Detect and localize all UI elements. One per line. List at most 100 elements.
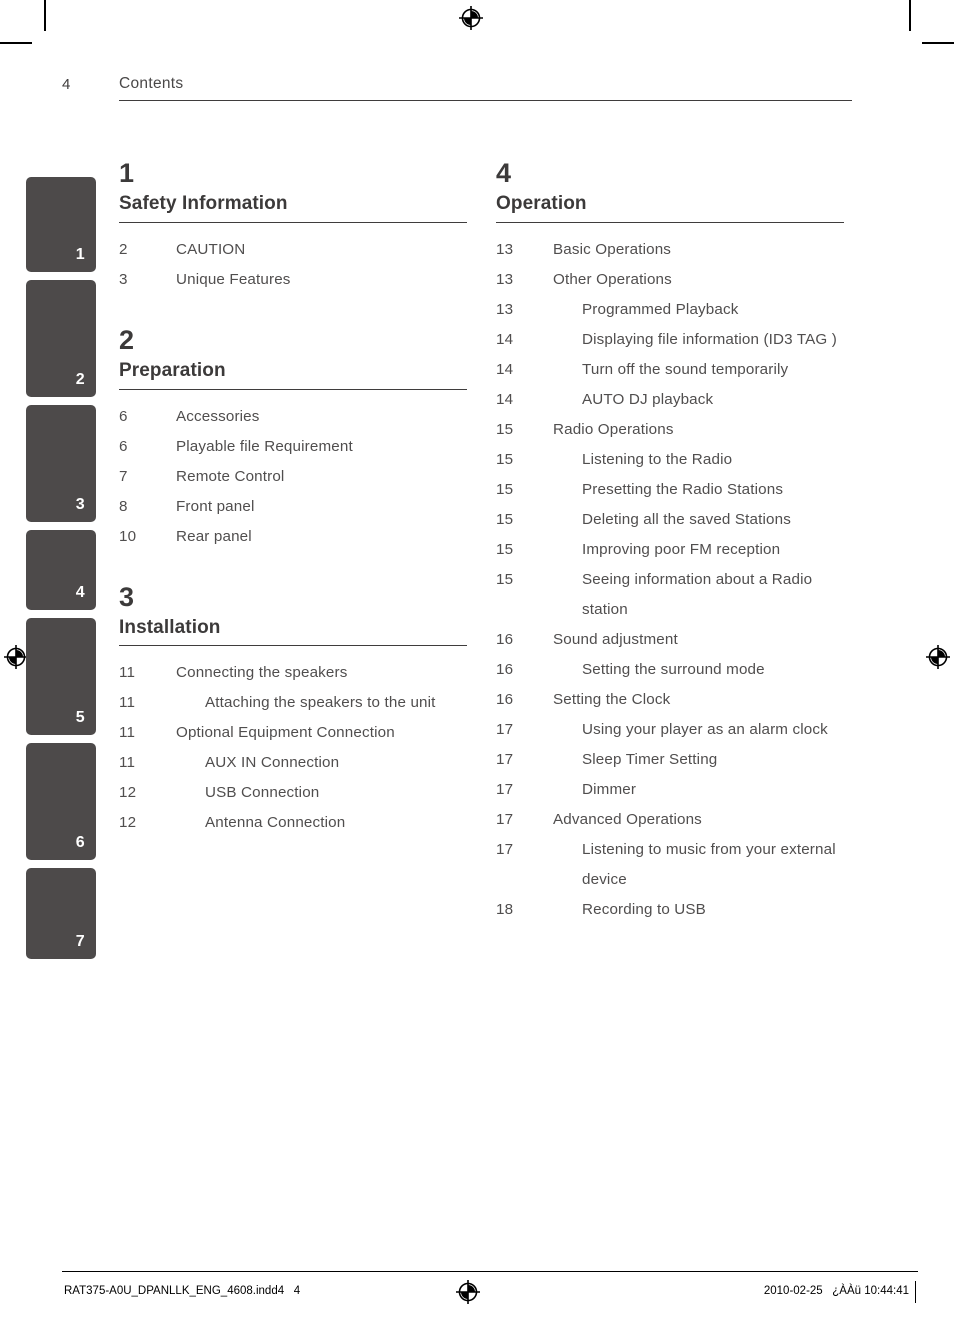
toc-entry[interactable]: 3 Unique Features [119, 265, 467, 295]
toc-entry[interactable]: 16 Setting the surround mode [496, 655, 844, 685]
toc-entry-page: 14 [496, 360, 514, 378]
toc-entry-page: 18 [496, 900, 514, 918]
toc-entry-label: Accessories [176, 407, 260, 425]
toc-entry[interactable]: 7 Remote Control [119, 462, 467, 492]
toc-entry-page: 15 [496, 450, 514, 468]
toc-entry[interactable]: 15 Seeing information about a Radio stati… [496, 565, 844, 625]
toc-entry-label: Listening to the Radio [582, 450, 733, 468]
toc-entry-label: Programmed Playback [582, 300, 739, 318]
toc-entry[interactable]: 11 AUX IN Connection [119, 748, 467, 778]
toc-entry-page: 17 [496, 810, 514, 828]
toc-entry[interactable]: 2 CAUTION [119, 235, 467, 265]
toc-entry-page: 17 [496, 720, 514, 738]
crop-mark-top-right-vertical [909, 0, 911, 31]
toc-entry-page: 11 [119, 754, 136, 772]
footer-timestamp: 2010-02-25 ¿ÀÀü 10:44:41 [763, 1285, 909, 1297]
toc-entry-label: Listening to music from your external de… [582, 840, 836, 888]
toc-entry[interactable]: 15 Presetting the Radio Stations [496, 475, 844, 505]
toc-entry[interactable]: 17 Using your player as an alarm clock [496, 715, 844, 745]
toc-entry-label: Playable file Requirement [176, 437, 353, 455]
toc-entry-label: Recording to USB [582, 900, 706, 918]
toc-entry-label: Using your player as an alarm clock [582, 720, 828, 738]
toc-entry-page: 11 [119, 724, 136, 742]
toc-entry-label: Other Operations [553, 270, 672, 288]
toc-entry[interactable]: 17 Dimmer [496, 775, 844, 805]
toc-entry-label: Remote Control [176, 467, 285, 485]
toc-entry[interactable]: 13 Basic Operations [496, 235, 844, 265]
toc-entry[interactable]: 8 Front panel [119, 492, 467, 522]
toc-entry-label: Displaying file information (ID3 TAG ) [582, 330, 837, 348]
toc-section-3: 3 Installation 11 Connecting the speakers 11… [119, 583, 467, 839]
toc-entry-label: Deleting all the saved Stations [582, 510, 791, 528]
header-divider [119, 100, 852, 101]
chapter-tab-3: 3 [26, 405, 96, 522]
toc-entry[interactable]: 13 Other Operations [496, 265, 844, 295]
chapter-tab-4: 4 [26, 530, 96, 610]
toc-entry[interactable]: 16 Sound adjustment [496, 625, 844, 655]
toc-entry-label: Optional Equipment Connection [176, 724, 395, 742]
chapter-tab-1: 1 [26, 177, 96, 272]
toc-entry-label: Basic Operations [553, 240, 672, 258]
toc-entry[interactable]: 6 Playable file Requirement [119, 432, 467, 462]
toc-entry-page: 6 [119, 407, 128, 425]
toc-entry-label: Setting the Clock [553, 690, 671, 708]
toc-section-divider [496, 221, 844, 223]
toc-entry[interactable]: 15 Radio Operations [496, 415, 844, 445]
toc-entry-page: 16 [496, 690, 514, 708]
toc-entry[interactable]: 6 Accessories [119, 402, 467, 432]
toc-entry-page: 14 [496, 390, 514, 408]
toc-entry-label: Antenna Connection [205, 814, 346, 832]
toc-entry-page: 6 [119, 437, 128, 455]
toc-section-gap [119, 295, 467, 327]
toc-entry-page: 12 [119, 784, 137, 802]
toc-entry-page: 15 [496, 540, 514, 558]
toc-entry-label: Front panel [176, 497, 255, 515]
toc-entry-page: 17 [496, 840, 514, 858]
toc-entry[interactable]: 11 Connecting the speakers [119, 658, 467, 688]
toc-entry-label: Advanced Operations [553, 810, 702, 828]
toc-entry[interactable]: 14 AUTO DJ playback [496, 385, 844, 415]
toc-entry[interactable]: 11 Attaching the speakers to the unit [119, 688, 467, 718]
toc-entry[interactable]: 14 Turn off the sound temporarily [496, 355, 844, 385]
toc-entry-page: 17 [496, 780, 514, 798]
toc-section-title: Operation [496, 193, 587, 214]
toc-entry[interactable]: 15 Deleting all the saved Stations [496, 505, 844, 535]
toc-entry[interactable]: 15 Listening to the Radio [496, 445, 844, 475]
crop-mark-top-right-horizontal [922, 42, 954, 44]
toc-entry[interactable]: 12 USB Connection [119, 778, 467, 808]
toc-entry-label: Seeing information about a Radio station [582, 570, 813, 618]
toc-section-title: Installation [119, 616, 221, 638]
toc-entry[interactable]: 17 Sleep Timer Setting [496, 745, 844, 775]
toc-entry-label: Attaching the speakers to the unit [205, 694, 436, 712]
toc-entry[interactable]: 10 Rear panel [119, 522, 467, 552]
toc-entry-label: Radio Operations [553, 420, 674, 438]
toc-entry-page: 11 [119, 664, 136, 682]
chapter-tab-strip: 1 2 3 4 5 6 7 [26, 177, 96, 967]
toc-entry[interactable]: 16 Setting the Clock [496, 685, 844, 715]
toc-entry-label: Improving poor FM reception [582, 540, 781, 558]
toc-section-divider [119, 221, 467, 223]
toc-entry[interactable]: 18 Recording to USB [496, 895, 844, 925]
toc-entry[interactable]: 13 Programmed Playback [496, 295, 844, 325]
toc-entry-page: 8 [119, 497, 128, 515]
toc-section-divider [119, 388, 467, 390]
chapter-tab-label: 5 [75, 709, 85, 726]
print-footer: RAT375-A0U_DPANLLK_ENG_4608.indd4 4 2010… [0, 1271, 954, 1318]
toc-entry-label: Turn off the sound temporarily [582, 360, 789, 378]
toc-entry[interactable]: 14 Displaying file information (ID3 TAG ) [496, 325, 844, 355]
toc-entry[interactable]: 17 Advanced Operations [496, 805, 844, 835]
page-number: 4 [62, 76, 71, 93]
contents-column-right: 4 Operation 13 Basic Operations 13 Other Oper… [496, 160, 844, 925]
toc-entry-label: Connecting the speakers [176, 664, 348, 682]
toc-entry-label: USB Connection [205, 784, 320, 802]
toc-entry[interactable]: 15 Improving poor FM reception [496, 535, 844, 565]
chapter-tab-label: 7 [75, 933, 85, 950]
toc-entry[interactable]: 12 Antenna Connection [119, 808, 467, 838]
footer-edge-mark [915, 1281, 916, 1303]
toc-entry-page: 13 [496, 240, 514, 258]
toc-entry[interactable]: 11 Optional Equipment Connection [119, 718, 467, 748]
toc-entry-page: 15 [496, 480, 514, 498]
contents-column-left: 1 Safety Information 2 CAUTION 3 Unique Featu… [119, 160, 467, 838]
toc-entry-page: 16 [496, 630, 514, 648]
toc-entry[interactable]: 17 Listening to music from your external … [496, 835, 844, 895]
